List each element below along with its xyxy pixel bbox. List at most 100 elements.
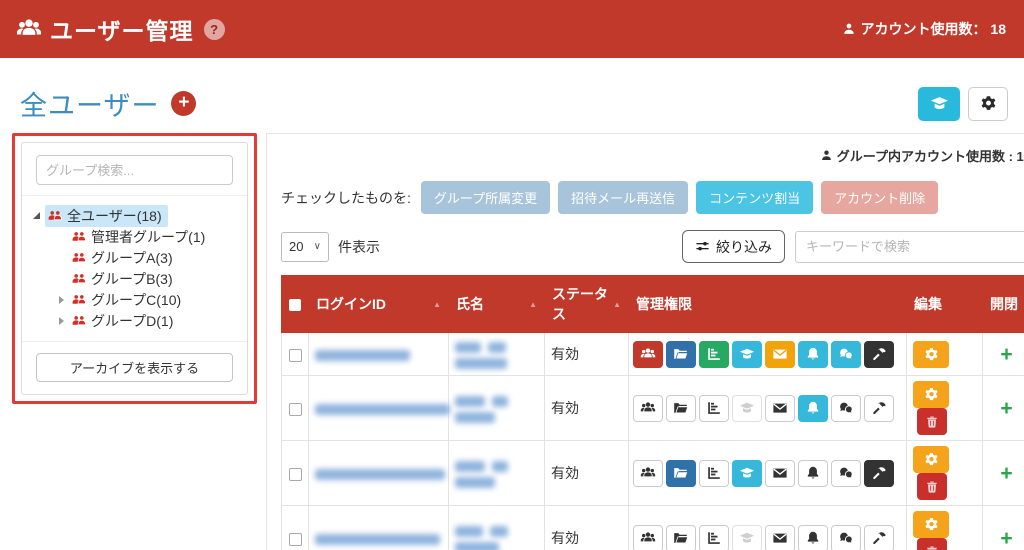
users-permission-button[interactable]: [633, 460, 663, 487]
graduation-cap-icon: [930, 94, 949, 113]
mail-permission-button[interactable]: [765, 525, 795, 550]
group-usage: グループ内アカウント使用数 : 18: [281, 146, 1024, 165]
hammer-permission-button[interactable]: [864, 525, 894, 550]
tree-item-group[interactable]: グループA(3): [32, 247, 239, 268]
bell-permission-button[interactable]: [798, 460, 828, 487]
expand-icon[interactable]: [56, 317, 67, 325]
edit-button[interactable]: [913, 511, 949, 538]
bell-permission-button[interactable]: [798, 525, 828, 550]
graduation-cap-permission-button[interactable]: [732, 460, 762, 487]
settings-button[interactable]: [968, 87, 1008, 121]
tree-item-group[interactable]: グループB(3): [32, 268, 239, 289]
account-usage-label: アカウント使用数： 18: [861, 19, 1006, 39]
tree-item-selected[interactable]: 全ユーザー(18): [32, 205, 239, 226]
filter-button[interactable]: 絞り込み: [682, 230, 785, 263]
login-id-cell[interactable]: [309, 441, 449, 506]
users-permission-button[interactable]: [633, 395, 663, 422]
login-id-blurred: [315, 469, 445, 480]
sort-icon[interactable]: ▲: [433, 300, 441, 309]
bulk-button-muted-red[interactable]: アカウント削除: [821, 181, 938, 214]
table-row: 有効+: [282, 506, 1024, 550]
tree-item-group[interactable]: グループC(10): [32, 289, 239, 310]
collapse-icon[interactable]: [32, 212, 43, 220]
graduation-cap-permission-button[interactable]: [732, 341, 762, 368]
chart-permission-button[interactable]: [699, 341, 729, 368]
chart-permission-button[interactable]: [699, 525, 729, 550]
select-all-checkbox[interactable]: [289, 299, 301, 311]
tree-item-group[interactable]: グループD(1): [32, 310, 239, 331]
folder-permission-button[interactable]: [666, 341, 696, 368]
chart-icon: [706, 400, 722, 416]
bulk-button-muted-blue[interactable]: 招待メール再送信: [558, 181, 688, 214]
graduation-cap-permission-button[interactable]: [732, 395, 762, 422]
delete-button[interactable]: [917, 408, 947, 435]
page-size-select[interactable]: 20 ∨: [281, 232, 329, 262]
chat-permission-button[interactable]: [831, 460, 861, 487]
group-search-input[interactable]: [36, 155, 233, 185]
group-label: グループC(10): [91, 290, 181, 310]
tree-item-group[interactable]: 管理者グループ(1): [32, 226, 239, 247]
group-label: 管理者グループ(1): [91, 227, 205, 247]
chart-permission-button[interactable]: [699, 395, 729, 422]
bulk-button-muted-blue[interactable]: グループ所属変更: [421, 181, 550, 214]
status-cell: 有効: [545, 333, 629, 376]
edit-cell: [907, 506, 983, 550]
chat-permission-button[interactable]: [831, 341, 861, 368]
column-header[interactable]: ログインID▲: [309, 276, 449, 333]
column-header: 編集: [907, 276, 983, 333]
main-panel: グループ内アカウント使用数 : 18 チェックしたものを: グループ所属変更招待…: [266, 133, 1024, 550]
bell-permission-button[interactable]: [798, 395, 828, 422]
column-header[interactable]: 氏名▲: [449, 276, 545, 333]
row-checkbox[interactable]: [289, 403, 302, 416]
sort-icon[interactable]: ▲: [613, 300, 621, 309]
select-all-header[interactable]: [282, 276, 309, 333]
login-id-cell[interactable]: [309, 376, 449, 441]
user-table-body: 有効+有効+有効+有効+有効+有効+有効+: [282, 333, 1024, 550]
hammer-permission-button[interactable]: [864, 395, 894, 422]
chat-permission-button[interactable]: [831, 525, 861, 550]
add-user-button[interactable]: +: [171, 91, 196, 116]
delete-button[interactable]: [917, 473, 947, 500]
chat-icon: [838, 346, 854, 362]
expand-row-button[interactable]: +: [1000, 343, 1012, 366]
row-checkbox[interactable]: [289, 349, 302, 362]
bell-permission-button[interactable]: [798, 341, 828, 368]
chart-permission-button[interactable]: [699, 460, 729, 487]
row-checkbox[interactable]: [289, 468, 302, 481]
column-header[interactable]: ステータス▲: [545, 276, 629, 333]
mail-permission-button[interactable]: [765, 395, 795, 422]
row-checkbox[interactable]: [289, 533, 302, 546]
group-icon: [71, 229, 87, 245]
chat-permission-button[interactable]: [831, 395, 861, 422]
users-permission-button[interactable]: [633, 341, 663, 368]
mail-icon: [772, 400, 788, 416]
sort-icon[interactable]: ▲: [529, 300, 537, 309]
group-sidebar: 全ユーザー(18)管理者グループ(1)グループA(3)グループB(3)グループC…: [21, 142, 248, 395]
edit-button[interactable]: [913, 381, 949, 408]
folder-permission-button[interactable]: [666, 460, 696, 487]
training-mode-button[interactable]: [918, 87, 960, 121]
mail-permission-button[interactable]: [765, 341, 795, 368]
name-cell: [449, 506, 545, 550]
login-id-cell[interactable]: [309, 506, 449, 550]
folder-permission-button[interactable]: [666, 525, 696, 550]
expand-row-button[interactable]: +: [1000, 397, 1012, 420]
expand-row-button[interactable]: +: [1000, 527, 1012, 550]
hammer-permission-button[interactable]: [864, 341, 894, 368]
help-button[interactable]: ?: [204, 19, 225, 40]
folder-permission-button[interactable]: [666, 395, 696, 422]
expand-icon[interactable]: [56, 296, 67, 304]
edit-button[interactable]: [913, 446, 949, 473]
login-id-cell[interactable]: [309, 333, 449, 376]
bulk-button-cyan[interactable]: コンテンツ割当: [696, 181, 813, 214]
edit-button[interactable]: [913, 341, 949, 368]
hammer-permission-button[interactable]: [864, 460, 894, 487]
mail-permission-button[interactable]: [765, 460, 795, 487]
delete-button[interactable]: [917, 538, 947, 550]
users-icon: [640, 465, 656, 481]
keyword-search-input[interactable]: [795, 231, 1024, 263]
users-permission-button[interactable]: [633, 525, 663, 550]
expand-row-button[interactable]: +: [1000, 462, 1012, 485]
graduation-cap-permission-button[interactable]: [732, 525, 762, 550]
show-archive-button[interactable]: アーカイブを表示する: [36, 353, 233, 382]
